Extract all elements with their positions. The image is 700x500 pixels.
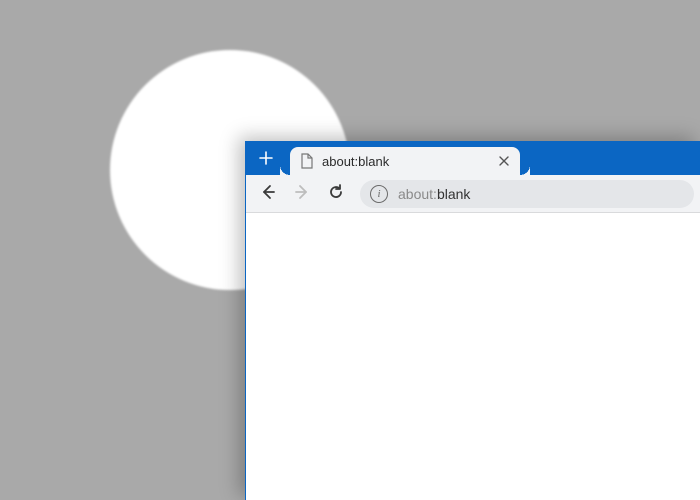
browser-window: about:blank i about:blank <box>245 141 700 500</box>
tab-active[interactable]: about:blank <box>290 147 520 175</box>
info-icon: i <box>370 185 388 203</box>
close-icon <box>499 154 509 169</box>
reload-icon <box>327 183 345 204</box>
nav-back-button[interactable] <box>252 178 284 210</box>
plus-icon <box>259 151 273 165</box>
page-content-blank <box>246 213 700 500</box>
address-bar-url: about:blank <box>398 186 470 202</box>
tab-strip: about:blank <box>246 141 700 175</box>
tab-title: about:blank <box>322 154 389 169</box>
file-icon <box>300 153 314 169</box>
reload-button[interactable] <box>320 178 352 210</box>
address-bar[interactable]: i about:blank <box>360 180 694 208</box>
arrow-left-icon <box>259 183 277 204</box>
toolbar: i about:blank <box>246 175 700 213</box>
tab-close-button[interactable] <box>496 153 512 169</box>
nav-forward-button[interactable] <box>286 178 318 210</box>
arrow-right-icon <box>293 183 311 204</box>
